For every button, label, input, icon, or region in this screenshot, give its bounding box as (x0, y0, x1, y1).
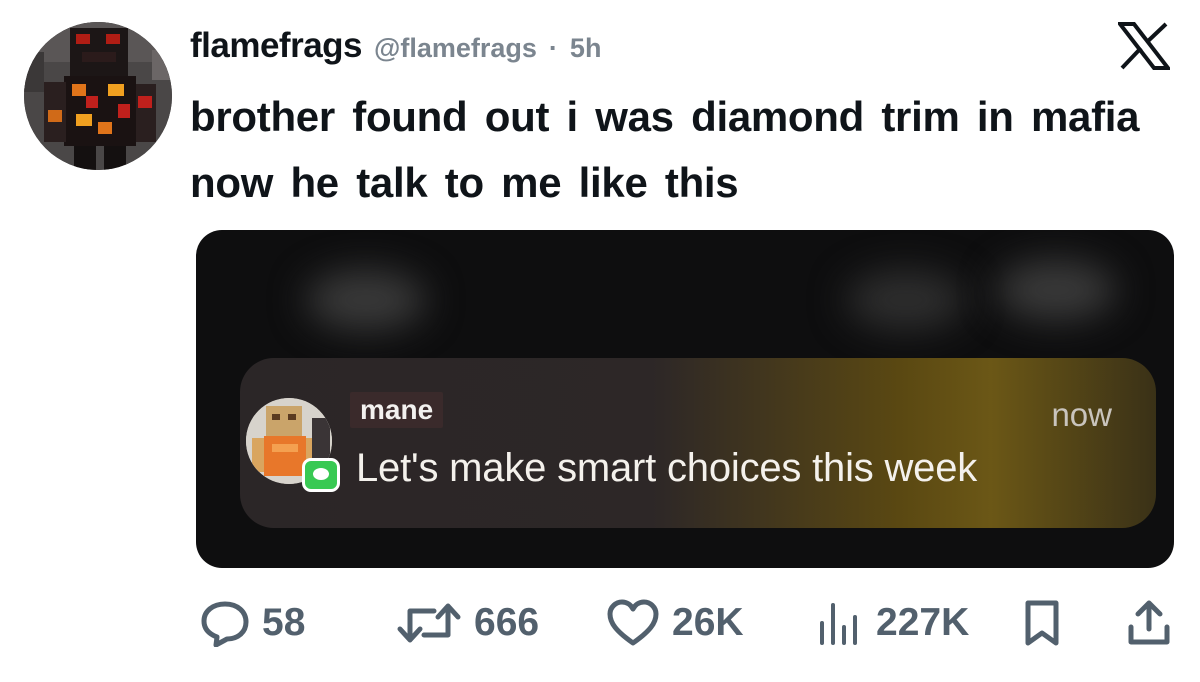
retweet-count: 666 (474, 601, 540, 644)
like-icon (607, 599, 659, 646)
x-logo-icon (1115, 22, 1173, 70)
background-blur (846, 270, 966, 330)
notification-body: Let's make smart choices this week (356, 446, 978, 490)
action-bar: 58 666 26K 227K (196, 596, 1176, 650)
separator-dot: · (548, 33, 558, 63)
tweet-media[interactable]: mane now Let's make smart choices this w… (196, 230, 1174, 568)
background-blur (306, 270, 426, 330)
notification-time: now (1051, 396, 1112, 433)
reply-button[interactable]: 58 (200, 596, 305, 650)
bookmark-icon (1025, 600, 1059, 646)
share-button[interactable] (1126, 596, 1172, 650)
like-button[interactable]: 26K (606, 596, 744, 650)
profile-avatar[interactable] (24, 22, 172, 170)
reply-count: 58 (262, 601, 306, 644)
retweet-icon (397, 603, 461, 643)
share-icon (1128, 600, 1170, 645)
reply-icon (201, 601, 249, 647)
tweet-text: brother found out i was diamond trim in … (190, 93, 1140, 206)
views-button[interactable]: 227K (816, 596, 969, 650)
retweet-button[interactable]: 666 (396, 596, 539, 650)
notification-sender: mane (350, 392, 444, 428)
like-count: 26K (672, 601, 744, 644)
handle[interactable]: @flamefrags (374, 33, 537, 64)
timestamp[interactable]: 5h (570, 33, 602, 64)
views-count: 227K (876, 601, 970, 644)
display-name[interactable]: flamefrags (190, 26, 363, 66)
messages-icon (302, 458, 340, 492)
notification-card: mane now Let's make smart choices this w… (240, 358, 1156, 528)
tweet-header: flamefrags @flamefrags · 5h (190, 26, 601, 66)
bookmark-button[interactable] (1022, 596, 1062, 650)
views-icon (820, 603, 857, 645)
background-blur (996, 260, 1116, 320)
